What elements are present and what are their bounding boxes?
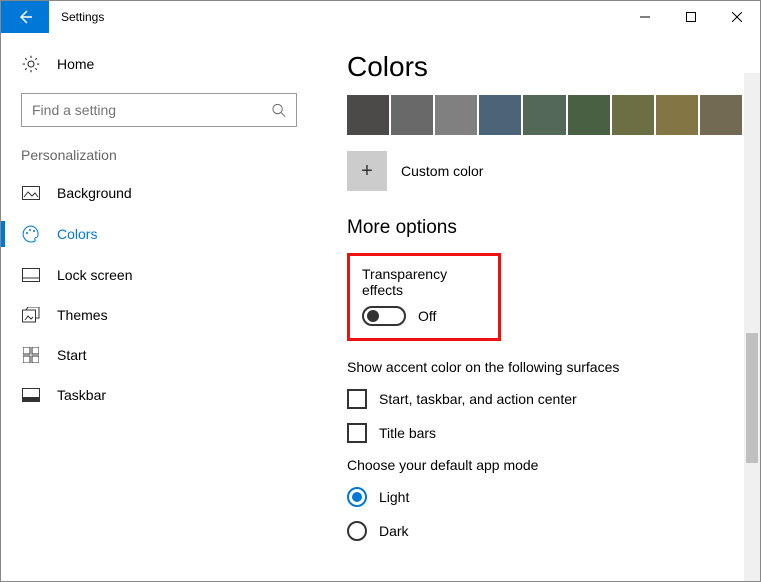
radio-dark[interactable]: Dark: [347, 521, 742, 541]
radio-label: Dark: [379, 523, 409, 539]
sidebar-item-label: Start: [57, 347, 87, 363]
radio-icon: [347, 521, 367, 541]
color-swatch[interactable]: [479, 95, 521, 135]
home-nav[interactable]: Home: [1, 47, 317, 87]
checkbox-icon: [347, 389, 367, 409]
palette-icon: [21, 225, 41, 243]
transparency-state: Off: [418, 308, 436, 324]
sidebar-item-label: Background: [57, 185, 132, 201]
window-controls: [622, 1, 760, 33]
search-box[interactable]: [21, 93, 297, 127]
minimize-icon: [640, 12, 650, 22]
maximize-icon: [686, 12, 696, 22]
color-swatch[interactable]: [700, 95, 742, 135]
section-label: Personalization: [1, 147, 317, 173]
maximize-button[interactable]: [668, 1, 714, 33]
check-start-taskbar[interactable]: Start, taskbar, and action center: [347, 389, 742, 409]
color-swatches: [347, 95, 742, 135]
checkbox-icon: [347, 423, 367, 443]
start-icon: [21, 347, 41, 363]
arrow-left-icon: [17, 9, 33, 25]
close-icon: [732, 12, 742, 22]
radio-icon: [347, 487, 367, 507]
minimize-button[interactable]: [622, 1, 668, 33]
color-swatch[interactable]: [347, 95, 389, 135]
sidebar-item-start[interactable]: Start: [1, 335, 317, 375]
scrollbar-thumb[interactable]: [746, 333, 758, 463]
highlight-box: Transparency effects Off: [347, 253, 501, 341]
taskbar-icon: [21, 388, 41, 402]
more-options-heading: More options: [347, 217, 742, 239]
sidebar-item-themes[interactable]: Themes: [1, 295, 317, 335]
accent-surfaces-label: Show accent color on the following surfa…: [347, 359, 742, 375]
custom-color-row[interactable]: + Custom color: [347, 151, 742, 191]
titlebar: Settings: [1, 1, 760, 33]
window-title: Settings: [49, 10, 622, 24]
sidebar-item-label: Themes: [57, 307, 108, 323]
home-label: Home: [57, 56, 94, 72]
themes-icon: [21, 307, 41, 323]
sidebar-item-label: Taskbar: [57, 387, 106, 403]
back-button[interactable]: [1, 1, 49, 33]
scrollbar[interactable]: [744, 73, 760, 581]
sidebar-item-colors[interactable]: Colors: [1, 213, 317, 255]
lock-screen-icon: [21, 268, 41, 282]
sidebar-item-label: Lock screen: [57, 267, 132, 283]
color-swatch[interactable]: [568, 95, 610, 135]
radio-label: Light: [379, 489, 409, 505]
picture-icon: [21, 186, 41, 200]
sidebar-item-lock-screen[interactable]: Lock screen: [1, 255, 317, 295]
gear-icon: [21, 55, 41, 73]
check-label: Title bars: [379, 425, 436, 441]
page-title: Colors: [347, 51, 742, 83]
sidebar: Home Personalization Background Colors L…: [1, 33, 317, 581]
main-panel: Colors + Custom color More options Trans…: [317, 33, 760, 581]
radio-light[interactable]: Light: [347, 487, 742, 507]
color-swatch[interactable]: [612, 95, 654, 135]
app-mode-label: Choose your default app mode: [347, 457, 742, 473]
plus-icon: +: [347, 151, 387, 191]
check-title-bars[interactable]: Title bars: [347, 423, 742, 443]
close-button[interactable]: [714, 1, 760, 33]
color-swatch[interactable]: [656, 95, 698, 135]
transparency-toggle[interactable]: [362, 306, 406, 326]
transparency-label: Transparency effects: [362, 266, 486, 298]
color-swatch[interactable]: [391, 95, 433, 135]
check-label: Start, taskbar, and action center: [379, 391, 577, 407]
color-swatch[interactable]: [435, 95, 477, 135]
sidebar-item-taskbar[interactable]: Taskbar: [1, 375, 317, 415]
search-icon: [271, 102, 286, 118]
search-input[interactable]: [32, 102, 271, 118]
sidebar-item-label: Colors: [57, 226, 97, 242]
sidebar-item-background[interactable]: Background: [1, 173, 317, 213]
custom-color-label: Custom color: [401, 163, 483, 179]
color-swatch[interactable]: [523, 95, 565, 135]
